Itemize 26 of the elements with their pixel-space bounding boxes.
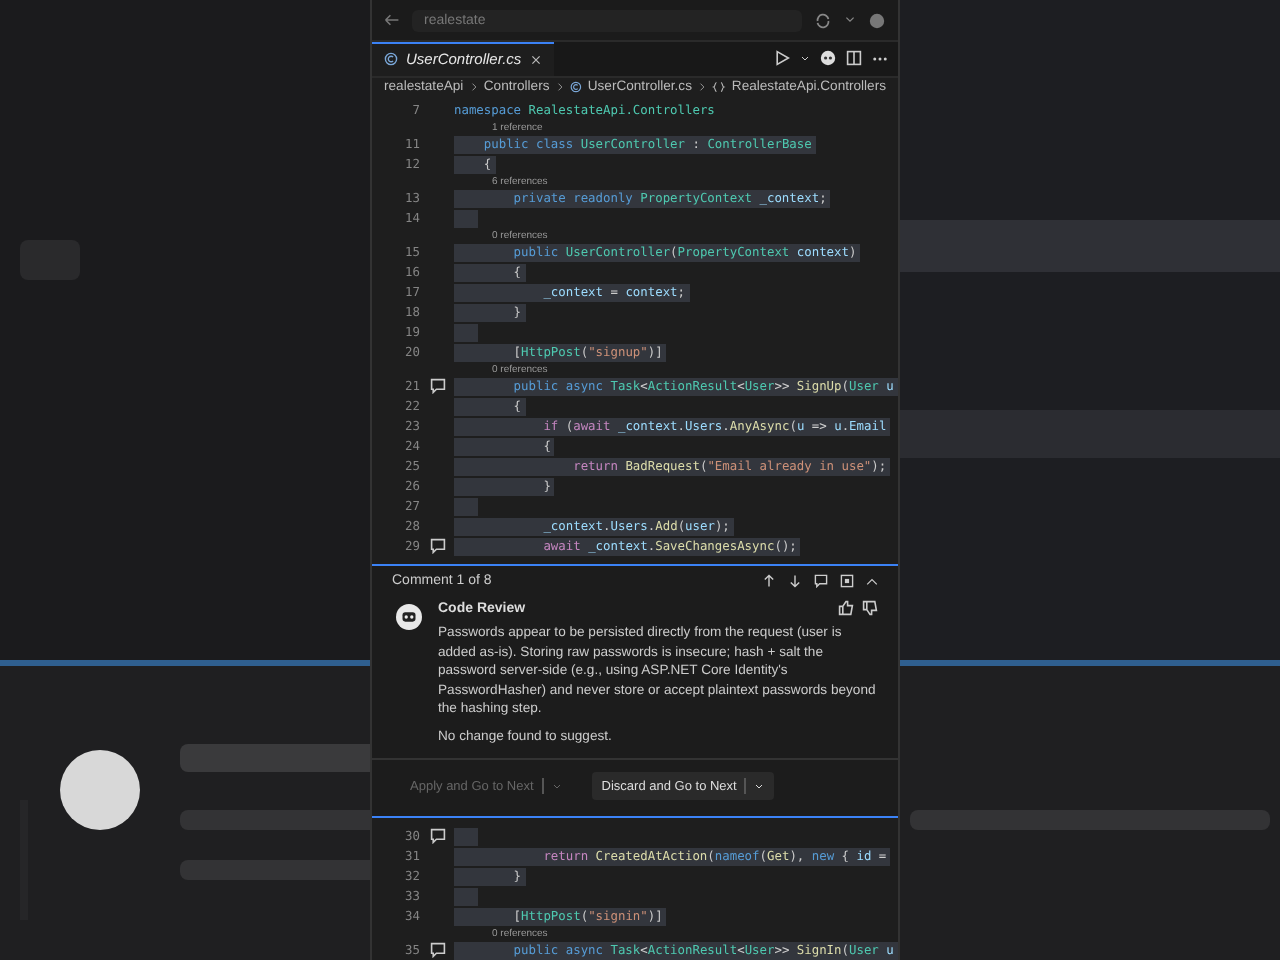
chevron-icon xyxy=(697,82,707,93)
account-icon[interactable] xyxy=(868,11,886,30)
braces-icon xyxy=(712,80,726,95)
run-icon[interactable] xyxy=(774,50,790,67)
comment-icon[interactable] xyxy=(429,378,445,394)
copilot-icon[interactable] xyxy=(820,50,836,67)
arrow-up-icon[interactable] xyxy=(762,574,776,588)
comment-icon[interactable] xyxy=(429,828,445,844)
thumbs-up-icon[interactable] xyxy=(838,600,854,616)
more-icon[interactable] xyxy=(872,55,888,62)
back-arrow-icon[interactable] xyxy=(384,12,400,29)
chevron-up-icon[interactable] xyxy=(866,575,878,587)
robot-avatar-icon xyxy=(396,604,422,630)
csharp-file-icon xyxy=(384,52,398,67)
thumbs-down-icon[interactable] xyxy=(862,600,878,616)
chevron-icon xyxy=(469,82,478,93)
chevron-icon xyxy=(555,82,564,93)
csharp-file-icon xyxy=(569,80,582,95)
close-icon[interactable] xyxy=(529,53,542,66)
sync-icon[interactable] xyxy=(814,11,832,30)
comment-icon[interactable] xyxy=(429,942,445,958)
stop-icon[interactable] xyxy=(840,574,854,588)
comment-icon[interactable] xyxy=(429,538,445,554)
split-editor-icon[interactable] xyxy=(846,50,862,67)
arrow-down-icon[interactable] xyxy=(788,574,802,588)
comment-icon[interactable] xyxy=(814,574,828,588)
